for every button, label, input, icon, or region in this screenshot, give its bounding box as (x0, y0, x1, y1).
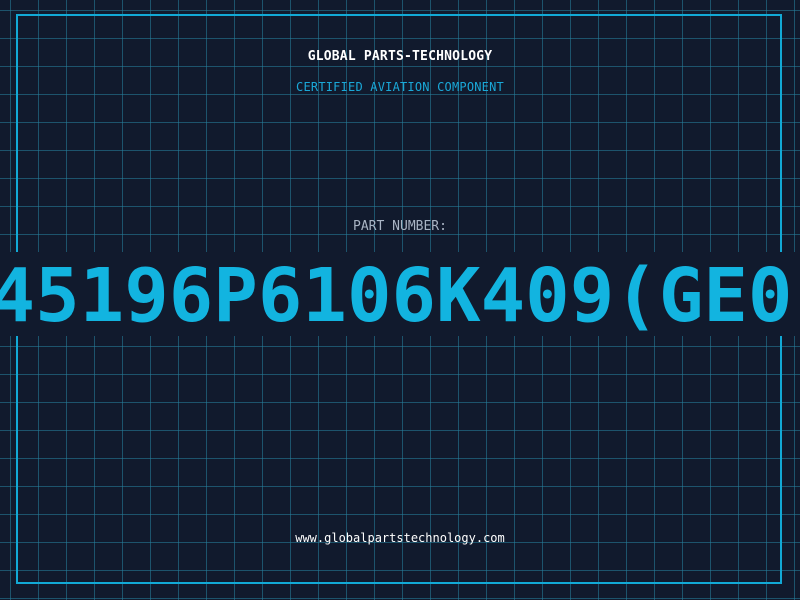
website-url: www.globalpartstechnology.com (295, 531, 505, 545)
certification-subtitle: CERTIFIED AVIATION COMPONENT (296, 80, 504, 94)
company-name: GLOBAL PARTS-TECHNOLOGY (307, 49, 493, 64)
part-number-label: PART NUMBER: (353, 219, 447, 234)
label-canvas: GLOBAL PARTS-TECHNOLOGY CERTIFIED AVIATI… (0, 0, 800, 600)
part-number-value: 845196P6106K409(GE0 (0, 253, 793, 336)
part-number-band: 845196P6106K409(GE0 (0, 252, 800, 336)
